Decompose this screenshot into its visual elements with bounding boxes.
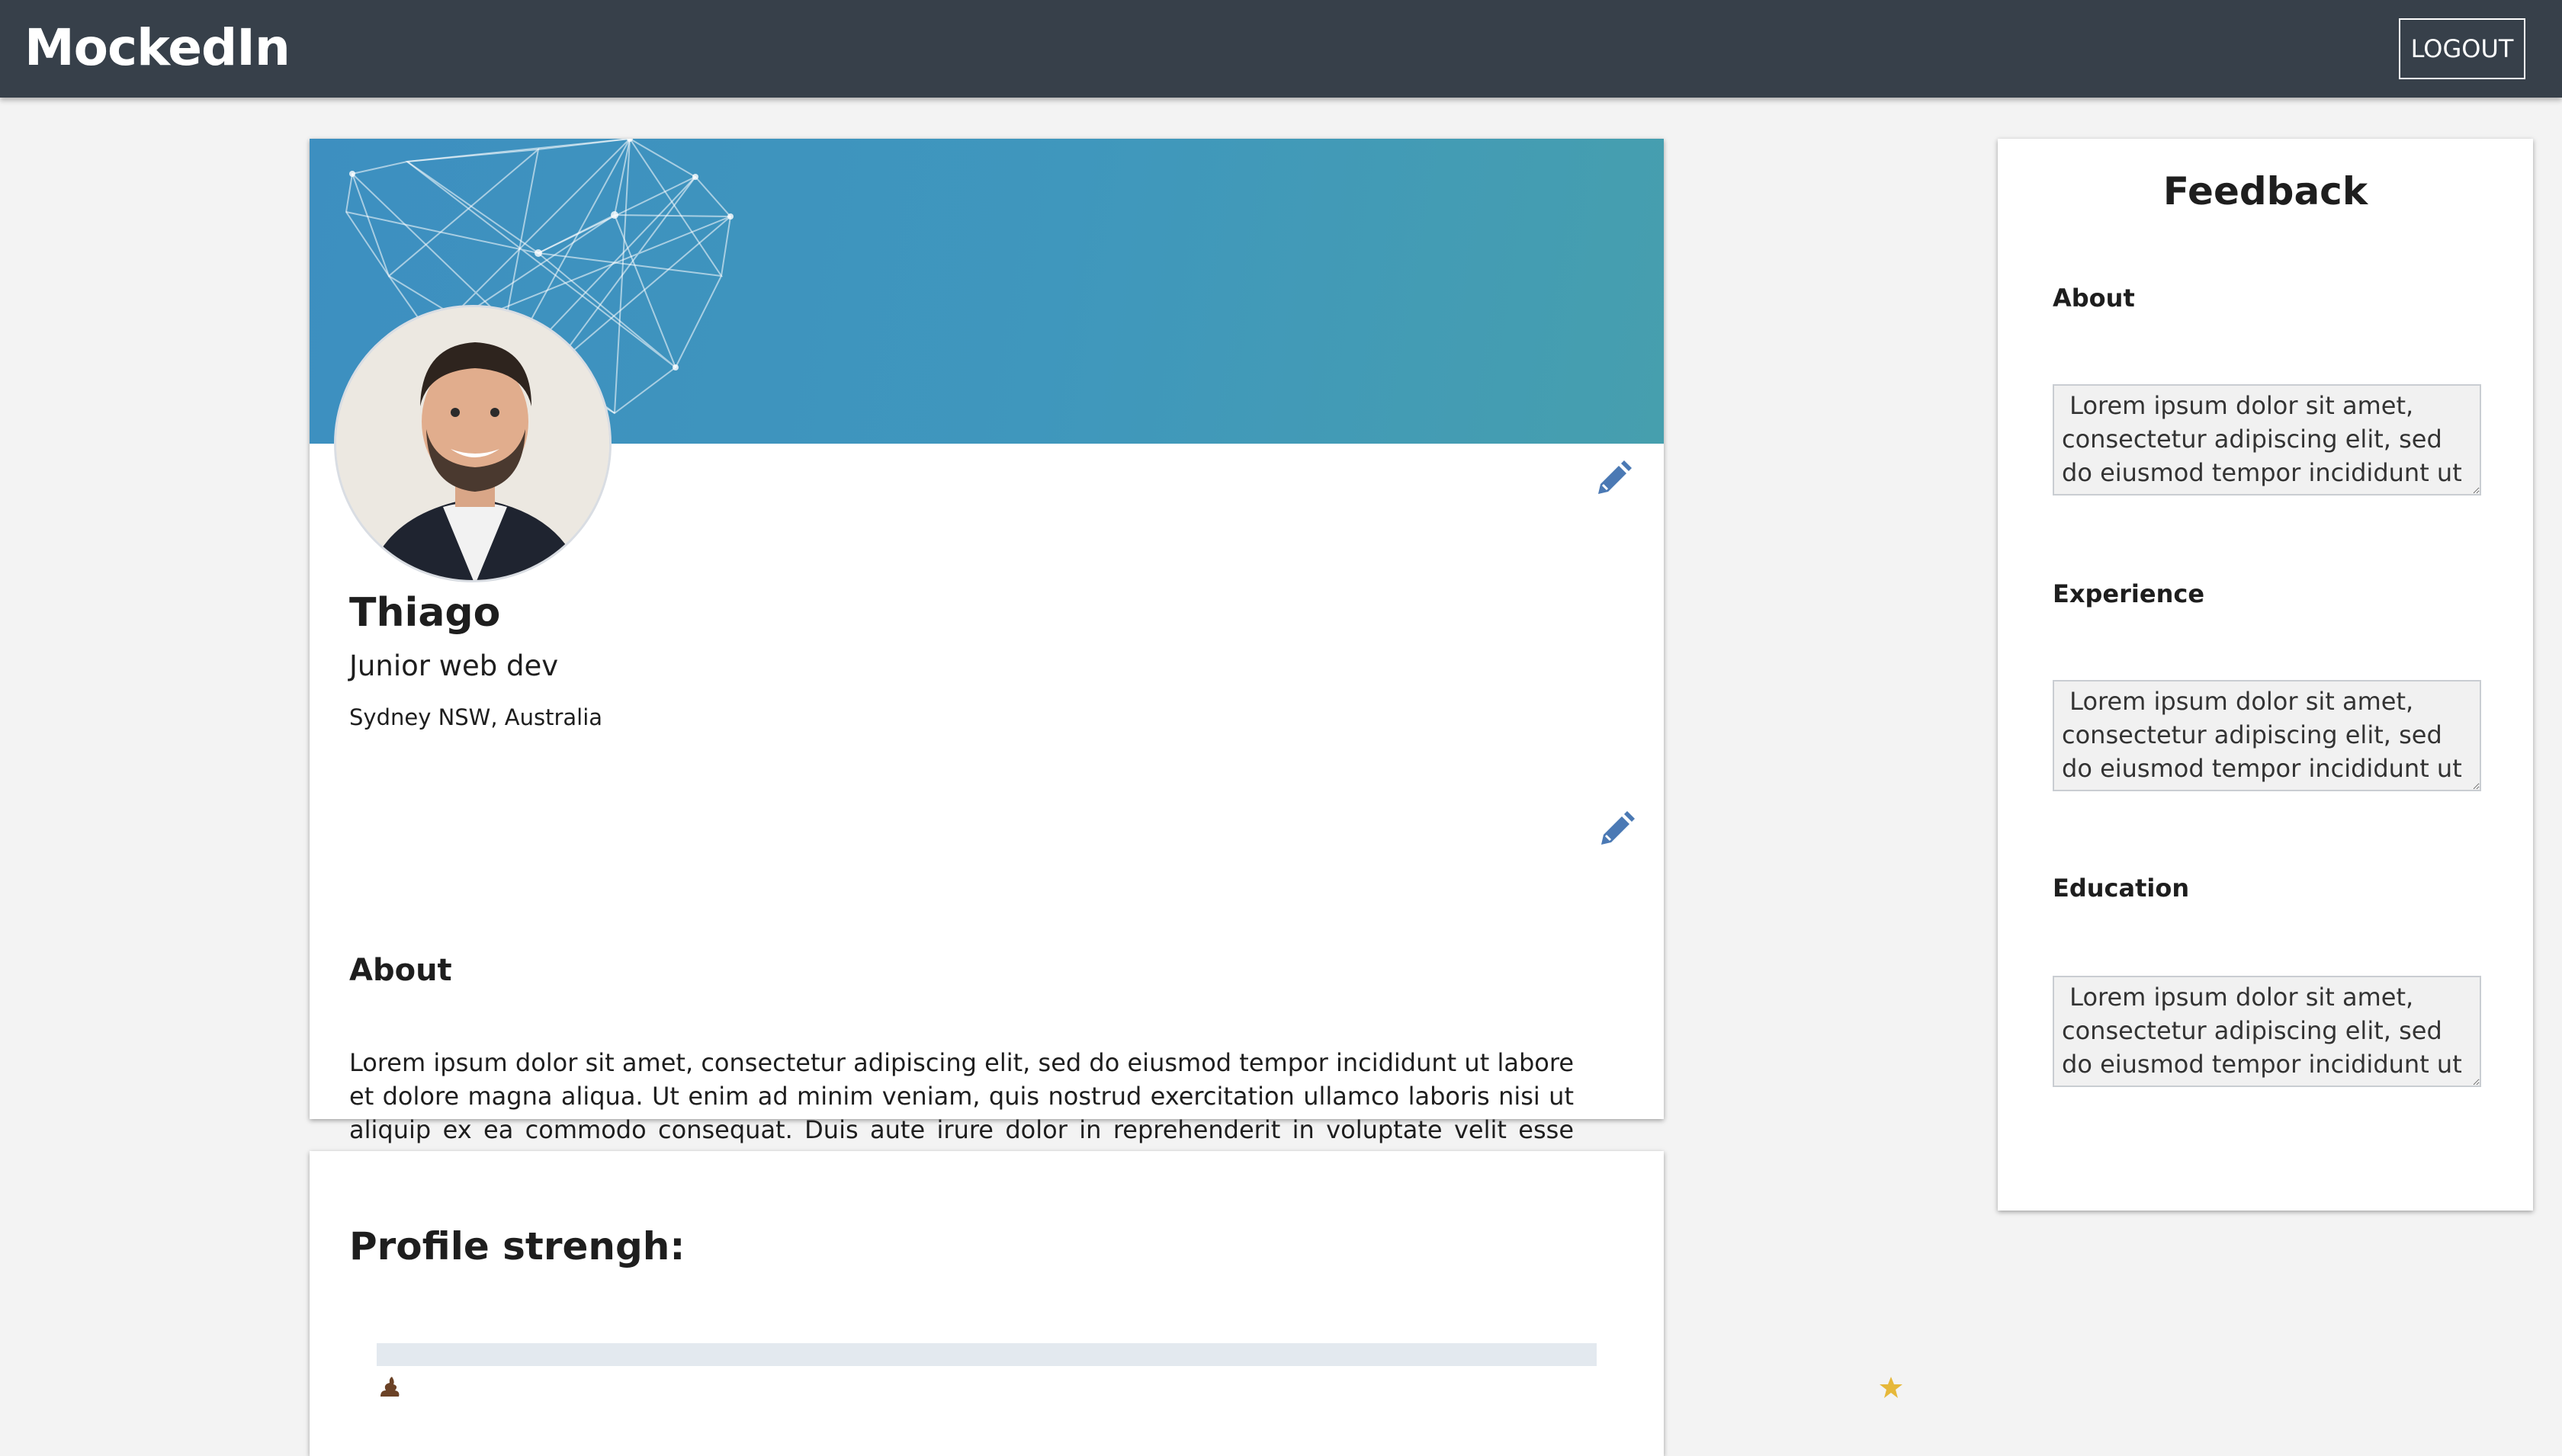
- feedback-panel: Feedback About Lorem ipsum dolor sit ame…: [1998, 139, 2533, 1211]
- top-navbar: MockedIn LOGOUT: [0, 0, 2562, 98]
- edit-profile-pencil-icon[interactable]: [1594, 460, 1632, 502]
- edit-about-pencil-icon[interactable]: [1597, 811, 1635, 852]
- star-icon: [1879, 1375, 1903, 1406]
- profile-strength-progress-bar: [377, 1343, 1597, 1366]
- about-heading: About: [349, 953, 452, 988]
- feedback-education-label: Education: [2053, 874, 2190, 903]
- profile-avatar[interactable]: [334, 305, 612, 582]
- feedback-experience-label: Experience: [2053, 579, 2205, 608]
- feedback-experience-textarea[interactable]: Lorem ipsum dolor sit amet, consectetur …: [2053, 680, 2481, 791]
- profile-strength-heading: Profile strengh:: [349, 1224, 685, 1268]
- poop-icon: [378, 1375, 401, 1404]
- app-logo[interactable]: MockedIn: [24, 18, 291, 77]
- feedback-about-textarea[interactable]: Lorem ipsum dolor sit amet, consectetur …: [2053, 384, 2481, 495]
- feedback-education-textarea[interactable]: Lorem ipsum dolor sit amet, consectetur …: [2053, 976, 2481, 1087]
- feedback-about-label: About: [2053, 284, 2135, 313]
- feedback-heading: Feedback: [2162, 169, 2368, 213]
- profile-name: Thiago: [349, 590, 501, 636]
- logout-button[interactable]: LOGOUT: [2399, 18, 2525, 79]
- profile-card: Thiago Junior web dev Sydney NSW, Austra…: [310, 139, 1664, 1211]
- profile-location: Sydney NSW, Australia: [349, 704, 603, 730]
- profile-headline: Junior web dev: [349, 649, 559, 682]
- profile-strength-card: Profile strengh:: [310, 1151, 1902, 1456]
